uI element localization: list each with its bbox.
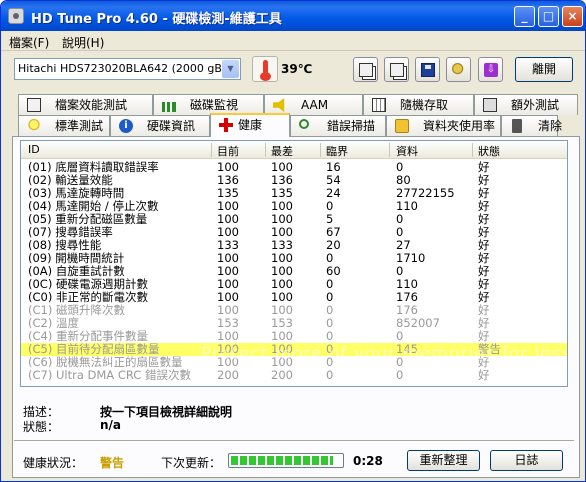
file-benchmark-icon: [27, 98, 41, 112]
tab-row-2: 標準測試 i 硬碟資訊 健康 錯誤掃描 資料夾使用率 清除: [18, 113, 578, 137]
drive-select[interactable]: Hitachi HDS723020BLA642 (2000 gB) ▼: [14, 58, 241, 80]
health-cross-icon: [219, 118, 233, 132]
title-bar[interactable]: HD Tune Pro 4.60 - 硬碟檢測-維護工具 _ □ ×: [1, 1, 585, 31]
temperature-readout: 39℃: [281, 62, 313, 76]
random-access-icon: [372, 98, 386, 112]
divider: [14, 440, 574, 442]
lightbulb-icon: [27, 119, 41, 133]
tab-extra-tests[interactable]: 額外測試: [474, 94, 578, 115]
progress-fill: [231, 456, 334, 465]
col-worst[interactable]: 最差: [271, 143, 293, 159]
menu-help[interactable]: 說明(H): [62, 34, 104, 51]
disk-monitor-icon: [162, 98, 176, 112]
tab-row-1: 檔案效能測試 磁碟監視 AAM 隨機存取 額外測試: [18, 94, 578, 115]
trash-icon: [512, 119, 522, 133]
menu-file[interactable]: 檔案(F): [9, 34, 49, 51]
attr-threshold: 0: [326, 368, 334, 382]
table-row[interactable]: (C7) Ultra DMA CRC 錯誤次數 200 200 0 0 好: [21, 369, 567, 382]
drive-select-value: Hitachi HDS723020BLA642 (2000 gB): [18, 62, 227, 75]
exit-button[interactable]: 離開: [515, 57, 573, 82]
state-label: 狀態：: [23, 420, 60, 434]
download-button[interactable]: ⇩: [478, 57, 503, 82]
attr-worst: 200: [271, 368, 293, 382]
tab-error-scan[interactable]: 錯誤掃描: [290, 115, 386, 136]
col-data[interactable]: 資料: [396, 143, 418, 159]
state-value: n/a: [100, 418, 122, 432]
minimize-button[interactable]: _: [514, 6, 535, 27]
tab-folder-usage[interactable]: 資料夾使用率: [386, 115, 501, 136]
tab-file-benchmark[interactable]: 檔案效能測試: [18, 94, 153, 115]
col-status[interactable]: 狀態: [478, 143, 500, 159]
column-divider[interactable]: [211, 143, 212, 157]
log-button[interactable]: 日誌: [490, 450, 563, 471]
extra-tests-icon: [483, 98, 497, 112]
column-divider[interactable]: [320, 143, 321, 157]
thermometer-icon: [260, 60, 271, 81]
temperature-button[interactable]: [252, 56, 278, 82]
folder-icon: [395, 119, 409, 133]
chevron-down-icon[interactable]: ▼: [222, 60, 239, 78]
menu-bar: 檔案(F) 說明(H): [1, 31, 585, 51]
attr-current: 200: [217, 368, 239, 382]
tab-disk-monitor[interactable]: 磁碟監視: [153, 94, 264, 115]
copy-text-button[interactable]: [353, 57, 378, 82]
next-update-label: 下次更新：: [161, 456, 222, 470]
magnifier-icon: [299, 119, 309, 129]
next-update-progress: [228, 453, 344, 468]
health-status-value: 警告: [100, 456, 125, 470]
tab-benchmark[interactable]: 標準測試: [18, 115, 110, 136]
next-update-time: 0:28: [353, 454, 383, 468]
smart-table[interactable]: ID 目前 最差 臨界 資料 狀態 (01) 底層資料讀取錯誤率 100 100 16…: [20, 140, 568, 387]
options-icon: [452, 63, 466, 77]
column-divider[interactable]: [265, 143, 266, 157]
tab-info[interactable]: i 硬碟資訊: [110, 115, 210, 136]
info-area: 描述： 按一下項目檢視詳細說明 狀態： n/a: [20, 393, 568, 437]
table-header: ID 目前 最差 臨界 資料 狀態: [21, 141, 567, 159]
tab-health[interactable]: 健康: [210, 113, 290, 137]
col-id[interactable]: ID: [28, 143, 40, 156]
info-icon: i: [119, 119, 133, 133]
copy-screenshot-icon: [390, 63, 404, 77]
attr-status: 好: [478, 368, 490, 382]
tab-random-access[interactable]: 隨機存取: [363, 94, 474, 115]
tab-aam[interactable]: AAM: [264, 94, 363, 115]
column-divider[interactable]: [472, 143, 473, 157]
window-title: HD Tune Pro 4.60 - 硬碟檢測-維護工具: [31, 12, 282, 27]
save-icon: [421, 63, 435, 77]
tab-erase[interactable]: 清除: [501, 115, 562, 136]
options-button[interactable]: [446, 57, 471, 82]
close-button[interactable]: ×: [562, 6, 583, 27]
main-window: HD Tune Pro 4.60 - 硬碟檢測-維護工具 _ □ × 檔案(F)…: [0, 0, 586, 482]
col-current[interactable]: 目前: [217, 143, 239, 159]
attr-id: (C7) Ultra DMA CRC 錯誤次數: [28, 368, 191, 382]
download-icon: ⇩: [484, 63, 498, 77]
attr-data: 0: [396, 368, 404, 382]
status-bar: 健康狀況： 警告 下次更新： 0:28 重新整理 日誌: [20, 448, 575, 474]
column-divider[interactable]: [389, 143, 390, 157]
copy-text-icon: [359, 63, 373, 77]
toolbar: Hitachi HDS723020BLA642 (2000 gB) ▼ 39℃ …: [1, 52, 585, 90]
copy-screenshot-button[interactable]: [384, 57, 409, 82]
refresh-button[interactable]: 重新整理: [407, 450, 480, 471]
speaker-icon: [273, 98, 285, 112]
save-button[interactable]: [415, 57, 440, 82]
maximize-button[interactable]: □: [538, 6, 559, 27]
health-status-label: 健康狀況：: [23, 456, 84, 470]
app-disk-icon: [8, 8, 24, 24]
col-threshold[interactable]: 臨界: [326, 143, 348, 159]
